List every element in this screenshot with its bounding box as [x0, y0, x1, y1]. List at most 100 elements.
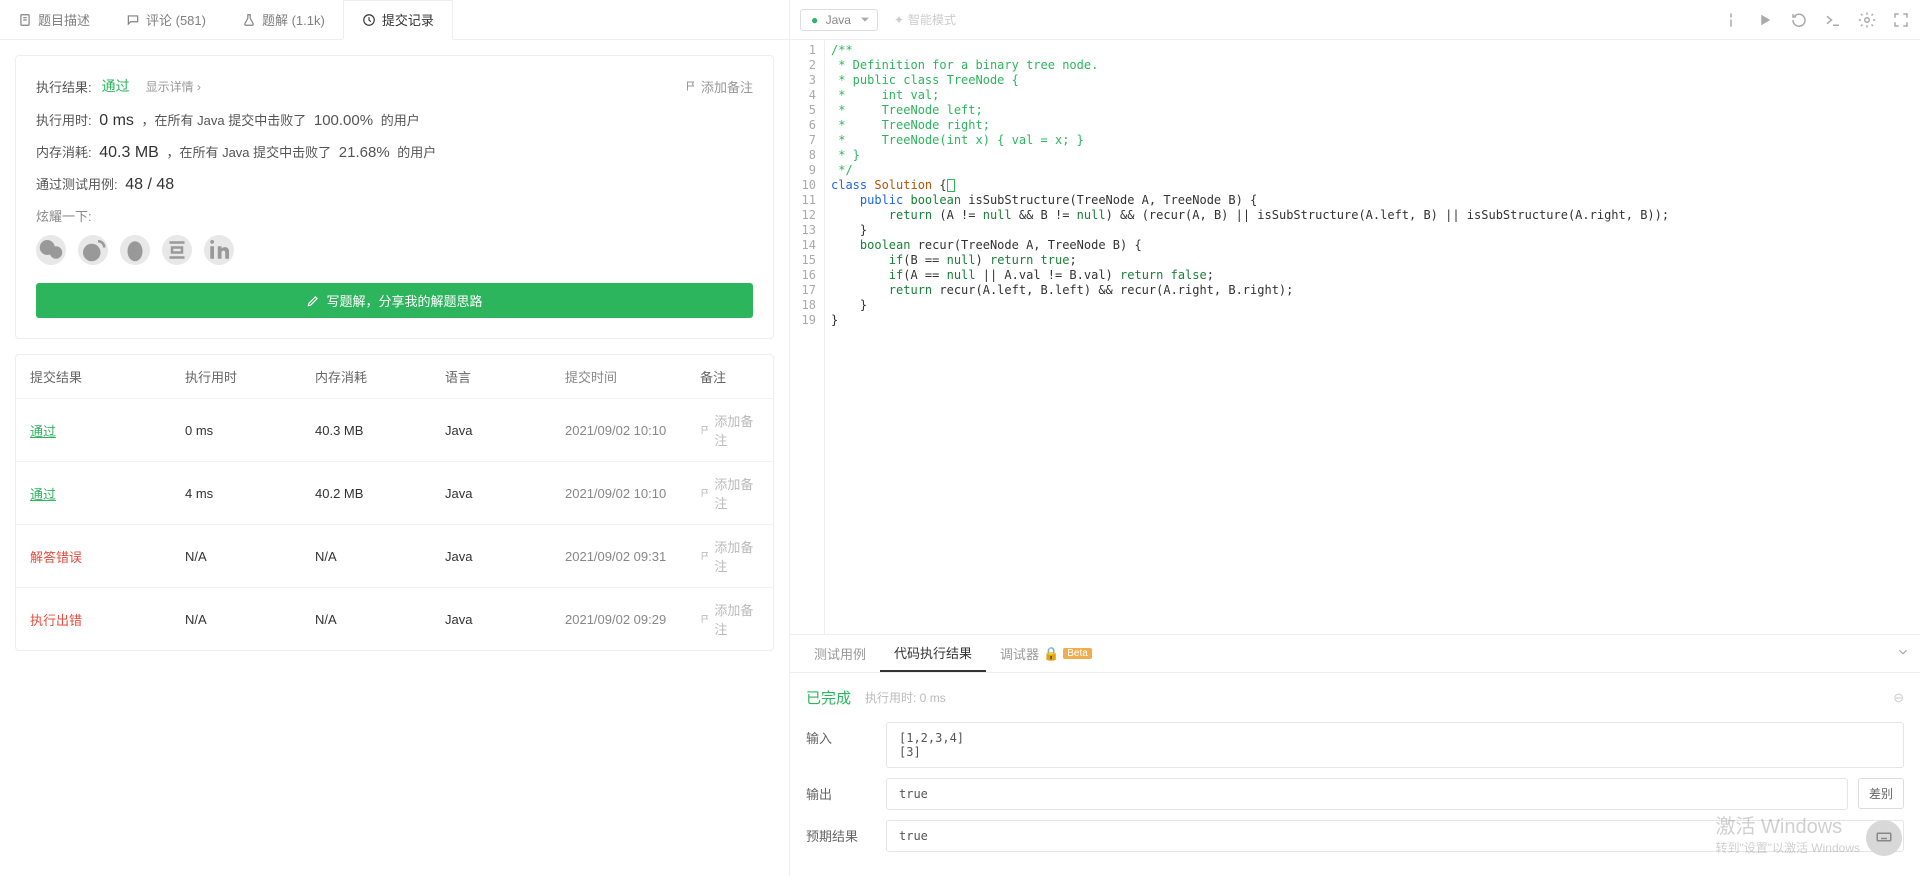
cell-status[interactable]: 执行出错 — [30, 610, 185, 629]
wechat-icon[interactable] — [36, 235, 66, 265]
beta-badge: Beta — [1063, 648, 1092, 659]
tab-label: 题目描述 — [38, 10, 90, 29]
flag-icon — [685, 80, 697, 92]
write-solution-button[interactable]: 写题解，分享我的解题思路 — [36, 283, 753, 318]
check-circle-icon: ● — [811, 13, 818, 27]
add-remark-button[interactable]: 添加备注 — [685, 77, 753, 96]
smart-mode-toggle[interactable]: ✦ 智能模式 — [894, 11, 956, 28]
runtime-value: 0 ms — [99, 112, 134, 129]
result-status: 通过 — [102, 76, 130, 96]
output-label: 输出 — [806, 778, 886, 803]
table-row[interactable]: 执行出错N/AN/AJava2021/09/02 09:29添加备注 — [16, 587, 773, 650]
reset-icon[interactable] — [1790, 11, 1808, 29]
cell-lang: Java — [445, 612, 565, 627]
document-icon — [18, 13, 32, 27]
add-remark-link[interactable]: 添加备注 — [700, 600, 759, 638]
lock-icon: 🔒 — [1043, 646, 1059, 662]
douban-icon[interactable] — [162, 235, 192, 265]
editor-header: ● Java ✦ 智能模式 — [790, 0, 1920, 40]
flag-icon — [700, 550, 710, 562]
cell-lang: Java — [445, 486, 565, 501]
cell-status[interactable]: 通过 — [30, 421, 185, 440]
pencil-icon — [306, 294, 320, 308]
cell-date: 2021/09/02 10:10 — [565, 486, 700, 501]
cell-status[interactable]: 解答错误 — [30, 547, 185, 566]
qq-icon[interactable] — [120, 235, 150, 265]
table-row[interactable]: 通过4 ms40.2 MBJava2021/09/02 10:10添加备注 — [16, 461, 773, 524]
magic-icon: ✦ — [894, 13, 904, 27]
collapse-icon[interactable] — [1896, 645, 1910, 662]
add-remark-link[interactable]: 添加备注 — [700, 474, 759, 512]
th-time: 执行用时 — [185, 367, 315, 386]
expected-label: 预期结果 — [806, 820, 886, 845]
line-gutter: 12345678910111213141516171819 — [790, 40, 825, 634]
tab-comments[interactable]: 评论 (581) — [108, 0, 224, 39]
flag-icon — [700, 487, 710, 499]
table-row[interactable]: 通过0 ms40.3 MBJava2021/09/02 10:10添加备注 — [16, 398, 773, 461]
tab-debugger[interactable]: 调试器 🔒 Beta — [986, 635, 1106, 672]
memory-percentile: 21.68% — [339, 144, 390, 161]
cell-time: N/A — [185, 549, 315, 564]
cell-mem: N/A — [315, 549, 445, 564]
table-header: 提交结果 执行用时 内存消耗 语言 提交时间 备注 — [16, 355, 773, 398]
cases-value: 48 / 48 — [125, 176, 174, 193]
cell-status[interactable]: 通过 — [30, 484, 185, 503]
th-remark: 备注 — [700, 367, 759, 386]
add-remark-link[interactable]: 添加备注 — [700, 537, 759, 575]
table-row[interactable]: 解答错误N/AN/AJava2021/09/02 09:31添加备注 — [16, 524, 773, 587]
feedback-bubble[interactable] — [1866, 820, 1902, 856]
comment-icon — [126, 13, 140, 27]
language-select[interactable]: ● Java — [800, 9, 878, 31]
th-date: 提交时间 — [565, 367, 700, 386]
cases-row: 通过测试用例: 48 / 48 — [36, 174, 753, 194]
terminal-icon[interactable] — [1824, 11, 1842, 29]
runtime-row: 执行用时: 0 ms ，在所有 Java 提交中击败了 100.00% 的用户 — [36, 110, 753, 130]
tab-description[interactable]: 题目描述 — [0, 0, 108, 39]
cell-date: 2021/09/02 09:31 — [565, 549, 700, 564]
add-remark-link[interactable]: 添加备注 — [700, 411, 759, 449]
done-runtime: 执行用时: 0 ms — [865, 689, 946, 706]
expected-value: true — [886, 820, 1904, 852]
th-status: 提交结果 — [30, 367, 185, 386]
flag-icon — [700, 424, 710, 436]
diff-button[interactable]: 差别 — [1858, 778, 1904, 809]
left-tabs: 题目描述 评论 (581) 题解 (1.1k) 提交记录 — [0, 0, 789, 40]
cell-mem: 40.2 MB — [315, 486, 445, 501]
info-icon[interactable] — [1722, 11, 1740, 29]
clock-icon — [362, 13, 376, 27]
code-area[interactable]: /** * Definition for a binary tree node.… — [825, 40, 1920, 634]
tab-solutions[interactable]: 题解 (1.1k) — [224, 0, 343, 39]
memory-row: 内存消耗: 40.3 MB ，在所有 Java 提交中击败了 21.68% 的用… — [36, 142, 753, 162]
tab-testcase[interactable]: 测试用例 — [800, 635, 880, 672]
tab-run-result[interactable]: 代码执行结果 — [880, 635, 986, 672]
runtime-percentile: 100.00% — [314, 112, 373, 129]
show-detail-link[interactable]: 显示详情 › — [146, 78, 201, 95]
memory-value: 40.3 MB — [99, 144, 159, 161]
cell-lang: Java — [445, 423, 565, 438]
flag-icon — [700, 613, 710, 625]
code-editor[interactable]: 12345678910111213141516171819 /** * Defi… — [790, 40, 1920, 634]
weibo-icon[interactable] — [78, 235, 108, 265]
th-mem: 内存消耗 — [315, 367, 445, 386]
tab-submissions[interactable]: 提交记录 — [343, 0, 453, 40]
result-summary: 执行结果: 通过 显示详情 › 添加备注 执行用时: 0 ms ，在所有 Jav… — [15, 55, 774, 339]
th-lang: 语言 — [445, 367, 565, 386]
output-value: true — [886, 778, 1848, 810]
tab-label: 提交记录 — [382, 10, 434, 29]
result-label: 执行结果: — [36, 77, 92, 96]
run-icon[interactable] — [1756, 11, 1774, 29]
linkedin-icon[interactable] — [204, 235, 234, 265]
cell-date: 2021/09/02 10:10 — [565, 423, 700, 438]
close-icon[interactable]: ⊖ — [1893, 690, 1904, 706]
flask-icon — [242, 13, 256, 27]
tab-label: 评论 (581) — [146, 10, 206, 29]
bottom-panel: 测试用例 代码执行结果 调试器 🔒 Beta 已完成 执行用时: 0 ms ⊖ … — [790, 634, 1920, 876]
input-value: [1,2,3,4] [3] — [886, 722, 1904, 768]
input-label: 输入 — [806, 722, 886, 747]
keyboard-icon — [1875, 828, 1893, 849]
share-buttons — [36, 235, 753, 265]
settings-icon[interactable] — [1858, 11, 1876, 29]
cell-time: 0 ms — [185, 423, 315, 438]
cell-mem: 40.3 MB — [315, 423, 445, 438]
fullscreen-icon[interactable] — [1892, 11, 1910, 29]
